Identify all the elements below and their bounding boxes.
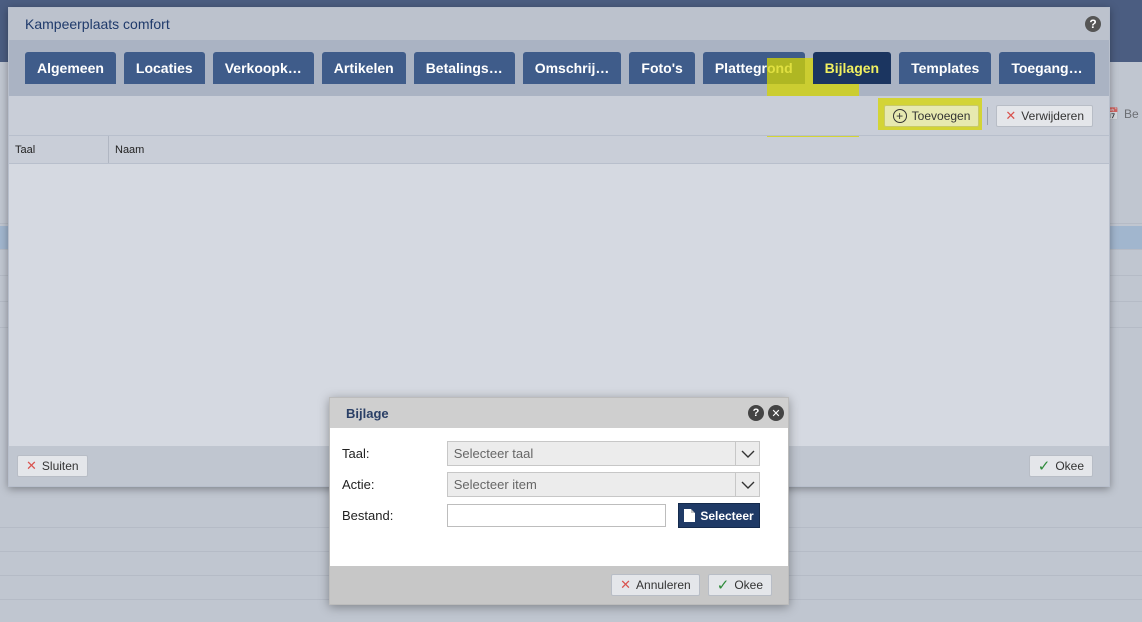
- taal-label: Taal:: [342, 446, 370, 461]
- tab-templates[interactable]: Templates: [899, 52, 992, 84]
- main-dialog-titlebar: Kampeerplaats comfort ?: [9, 8, 1109, 40]
- close-button[interactable]: ✕ Sluiten: [17, 455, 88, 477]
- tab-locaties[interactable]: Locaties: [123, 52, 205, 84]
- grid-header: Taal Naam: [9, 136, 1109, 164]
- tab-verkoopk[interactable]: Verkoopk…: [212, 52, 314, 84]
- close-icon[interactable]: ✕: [768, 405, 784, 421]
- check-icon: ✓: [1037, 458, 1051, 475]
- chevron-down-icon[interactable]: [735, 473, 759, 496]
- help-icon[interactable]: ?: [748, 405, 764, 421]
- toolbar-separator: [987, 106, 989, 125]
- bestand-row: Bestand: Selecteer: [342, 502, 760, 529]
- delete-button-label: Verwijderen: [1021, 108, 1084, 123]
- tab-betalings[interactable]: Betalings…: [413, 52, 515, 84]
- modal-titlebar: Bijlage ? ✕: [330, 398, 788, 428]
- actie-select[interactable]: Selecteer item: [446, 472, 760, 497]
- ok-button[interactable]: ✓ Okee: [1028, 455, 1093, 477]
- ok-button-label: Okee: [1055, 459, 1084, 473]
- modal-ok-button[interactable]: ✓ Okee: [707, 574, 772, 596]
- content-toolbar: + Toevoegen ✕ Verwijderen: [9, 96, 1109, 136]
- modal-footer: ✕ Annuleren ✓ Okee: [330, 566, 788, 604]
- tab-strip: Algemeen Locaties Verkoopk… Artikelen Be…: [9, 40, 1109, 137]
- add-button-label: Toevoegen: [911, 108, 971, 123]
- help-icon[interactable]: ?: [1085, 16, 1101, 32]
- main-dialog-title: Kampeerplaats comfort: [25, 16, 170, 32]
- taal-select-value: Selecteer taal: [453, 446, 534, 461]
- add-button[interactable]: + Toevoegen: [883, 104, 980, 127]
- close-button-label: Sluiten: [41, 459, 79, 473]
- modal-ok-button-label: Okee: [734, 578, 763, 592]
- column-header-taal[interactable]: Taal: [9, 136, 109, 163]
- taal-select[interactable]: Selecteer taal: [446, 441, 760, 466]
- select-file-button-label: Selecteer: [700, 508, 754, 523]
- delete-button[interactable]: ✕ Verwijderen: [996, 104, 1093, 127]
- check-icon: ✓: [716, 577, 730, 594]
- close-x-icon: ✕: [26, 458, 37, 473]
- modal-title: Bijlage: [346, 405, 389, 421]
- file-icon: [684, 509, 696, 522]
- actie-select-value: Selecteer item: [453, 477, 537, 492]
- taal-row: Taal: Selecteer taal: [342, 440, 760, 467]
- actie-label: Actie:: [342, 477, 375, 492]
- tab-artikelen[interactable]: Artikelen: [321, 52, 406, 84]
- close-x-icon: ✕: [1005, 107, 1017, 123]
- attachment-modal: Bijlage ? ✕ Taal: Selecteer taal Actie: …: [329, 397, 789, 605]
- cancel-button-label: Annuleren: [636, 578, 691, 592]
- tab-toegang[interactable]: Toegang…: [999, 52, 1095, 84]
- tab-algemeen[interactable]: Algemeen: [25, 52, 116, 84]
- modal-body: Taal: Selecteer taal Actie: Selecteer it…: [330, 428, 788, 566]
- close-x-icon: ✕: [620, 577, 632, 592]
- bestand-label: Bestand:: [342, 508, 394, 523]
- column-header-naam[interactable]: Naam: [109, 136, 1109, 163]
- tab-fotos[interactable]: Foto's: [629, 52, 695, 84]
- select-file-button[interactable]: Selecteer: [678, 503, 760, 528]
- tab-omschrij[interactable]: Omschrij…: [522, 52, 622, 84]
- plus-circle-icon: +: [892, 108, 907, 123]
- tab-bijlagen[interactable]: Bijlagen: [812, 52, 892, 84]
- cancel-button[interactable]: ✕ Annuleren: [611, 574, 700, 596]
- chevron-down-icon[interactable]: [735, 442, 759, 465]
- actie-row: Actie: Selecteer item: [342, 471, 760, 498]
- bestand-input[interactable]: [447, 504, 666, 527]
